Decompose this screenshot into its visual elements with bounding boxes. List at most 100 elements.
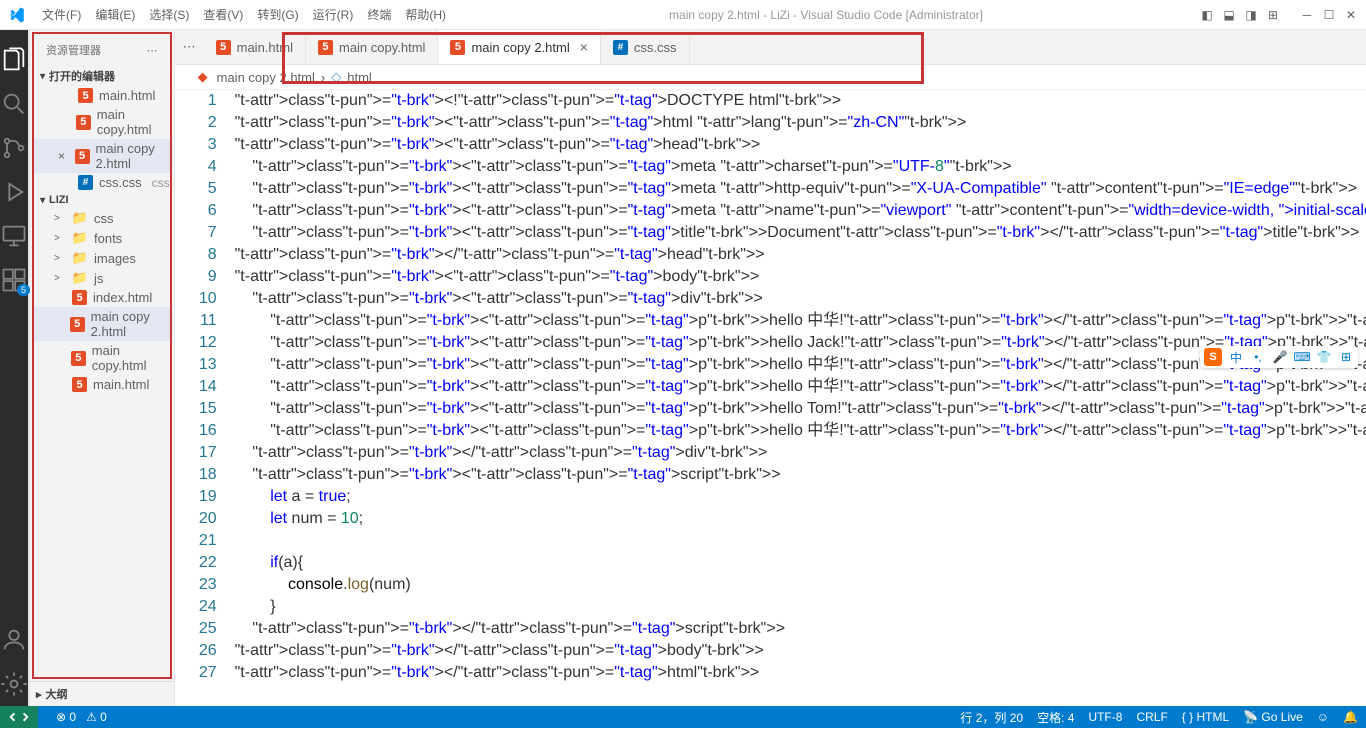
menu-bar: 文件(F) 编辑(E) 选择(S) 查看(V) 转到(G) 运行(R) 终端 帮…: [36, 4, 452, 25]
tab-label: css.css: [634, 40, 677, 55]
source-control-icon[interactable]: [0, 134, 28, 162]
ime-punct-icon[interactable]: •,: [1250, 349, 1266, 365]
tab-label: main copy.html: [339, 40, 425, 55]
outline-header[interactable]: ▸大纲: [30, 681, 174, 706]
maximize-button[interactable]: ☐: [1322, 8, 1336, 22]
tab-label: main.html: [237, 40, 293, 55]
status-language[interactable]: { } HTML: [1182, 710, 1229, 724]
search-icon[interactable]: [0, 90, 28, 118]
explorer-item[interactable]: 5 index.html: [34, 288, 170, 307]
code-editor[interactable]: 1234567891011121314151617181920212223242…: [175, 90, 1366, 706]
editor-tab[interactable]: # css.css: [601, 30, 690, 64]
minimize-button[interactable]: ─: [1300, 8, 1314, 22]
open-editor-item[interactable]: #css.csscss: [34, 173, 170, 192]
css-file-icon: #: [78, 175, 93, 190]
close-icon[interactable]: ×: [580, 39, 588, 55]
open-editor-item[interactable]: × 5 main copy 2.html: [34, 139, 170, 173]
tab-label: main copy 2.html: [471, 40, 569, 55]
status-indent[interactable]: 空格: 4: [1037, 709, 1074, 726]
menu-select[interactable]: 选择(S): [143, 4, 195, 25]
vscode-logo-icon: [8, 6, 26, 24]
file-label: js: [94, 271, 103, 286]
more-icon[interactable]: ⋯: [147, 44, 158, 57]
file-label: index.html: [93, 290, 152, 305]
explorer-item[interactable]: >📁images: [34, 248, 170, 268]
html-file-icon: 5: [72, 290, 87, 305]
debug-icon[interactable]: [0, 178, 28, 206]
menu-file[interactable]: 文件(F): [36, 4, 87, 25]
folder-icon: 📁: [72, 230, 88, 246]
status-encoding[interactable]: UTF-8: [1088, 710, 1122, 724]
file-label: main.html: [99, 88, 155, 103]
layout-panel-right-icon[interactable]: ◨: [1244, 8, 1258, 22]
menu-view[interactable]: 查看(V): [197, 4, 249, 25]
explorer-item[interactable]: 5main copy 2.html: [34, 307, 170, 341]
explorer-item[interactable]: >📁js: [34, 268, 170, 288]
open-editors-header[interactable]: ▸打开的编辑器: [34, 66, 170, 86]
open-editor-item[interactable]: 5main copy.html: [34, 105, 170, 139]
status-cursor-position[interactable]: 行 2，列 20: [960, 709, 1023, 726]
html-file-icon: 5: [72, 377, 87, 392]
ime-skin-icon[interactable]: 👕: [1316, 349, 1332, 365]
css-file-icon: #: [613, 40, 628, 55]
explorer-item[interactable]: 5main.html: [34, 375, 170, 394]
open-editor-item[interactable]: 5 main.html: [34, 86, 170, 105]
project-header[interactable]: ▸LIZI: [34, 192, 170, 208]
explorer-icon[interactable]: [0, 46, 28, 74]
menu-terminal[interactable]: 终端: [361, 4, 397, 25]
ime-toolbar[interactable]: S 中 •, 🎤 ⌨ 👕 ⊞: [1200, 346, 1358, 368]
file-label: main copy.html: [92, 343, 170, 373]
remote-indicator[interactable]: [0, 706, 38, 728]
ime-lang-icon[interactable]: 中: [1228, 349, 1244, 365]
file-label: main copy 2.html: [96, 141, 170, 171]
settings-icon[interactable]: [0, 670, 28, 698]
explorer-item[interactable]: >📁css: [34, 208, 170, 228]
menu-help[interactable]: 帮助(H): [399, 4, 452, 25]
status-feedback-icon[interactable]: ☺: [1317, 710, 1329, 724]
ime-keyboard-icon[interactable]: ⌨: [1294, 349, 1310, 365]
breadcrumb[interactable]: ◆ main copy 2.html › ◇ html: [175, 65, 1366, 90]
explorer-item[interactable]: >📁fonts: [34, 228, 170, 248]
ime-mic-icon[interactable]: 🎤: [1272, 349, 1288, 365]
menu-goto[interactable]: 转到(G): [251, 4, 304, 25]
close-icon[interactable]: ×: [58, 149, 69, 163]
folder-icon: 📁: [72, 210, 88, 226]
code-content[interactable]: "t-attr">class"t-pun">="t-brk"><!"t-attr…: [235, 90, 1366, 706]
layout-panel-left-icon[interactable]: ◧: [1200, 8, 1214, 22]
status-errors[interactable]: ⊗ 0: [56, 710, 76, 724]
activity-bar: 5: [0, 30, 28, 706]
folder-icon: 📁: [72, 250, 88, 266]
sidebar-title: 资源管理器⋯: [34, 34, 170, 66]
extensions-badge: 5: [17, 284, 30, 296]
html-element-icon: ◇: [331, 69, 341, 85]
file-label: css: [94, 211, 114, 226]
menu-edit[interactable]: 编辑(E): [89, 4, 141, 25]
status-warnings[interactable]: ⚠ 0: [86, 710, 107, 724]
editor-tab[interactable]: 5main copy.html: [306, 30, 438, 64]
remote-explorer-icon[interactable]: [0, 222, 28, 250]
ime-toolbox-icon[interactable]: ⊞: [1338, 349, 1354, 365]
extensions-icon[interactable]: 5: [0, 266, 28, 294]
close-button[interactable]: ✕: [1344, 8, 1358, 22]
html-file-icon: 5: [71, 351, 86, 366]
accounts-icon[interactable]: [0, 626, 28, 654]
status-bell-icon[interactable]: 🔔: [1343, 710, 1358, 724]
layout-panel-bottom-icon[interactable]: ⬓: [1222, 8, 1236, 22]
html-file-icon: 5: [216, 40, 231, 55]
html-file-icon: 5: [75, 149, 90, 164]
breadcrumb-element[interactable]: html: [347, 70, 372, 85]
tab-overflow-icon[interactable]: ⋯: [175, 30, 204, 64]
html-file-icon: 5: [450, 40, 465, 55]
line-numbers: 1234567891011121314151617181920212223242…: [175, 90, 235, 706]
html-file-icon: 5: [78, 88, 93, 103]
status-eol[interactable]: CRLF: [1136, 710, 1167, 724]
editor-tab[interactable]: 5 main.html: [204, 30, 306, 64]
explorer-item[interactable]: 5 main copy.html: [34, 341, 170, 375]
editor-tab[interactable]: 5 main copy 2.html ×: [438, 30, 600, 64]
sogou-icon[interactable]: S: [1204, 348, 1222, 366]
layout-customize-icon[interactable]: ⊞: [1266, 8, 1280, 22]
html-file-icon: 5: [70, 317, 85, 332]
status-golive[interactable]: 📡 Go Live: [1243, 710, 1303, 724]
menu-run[interactable]: 运行(R): [307, 4, 360, 25]
breadcrumb-file[interactable]: main copy 2.html: [217, 70, 315, 85]
